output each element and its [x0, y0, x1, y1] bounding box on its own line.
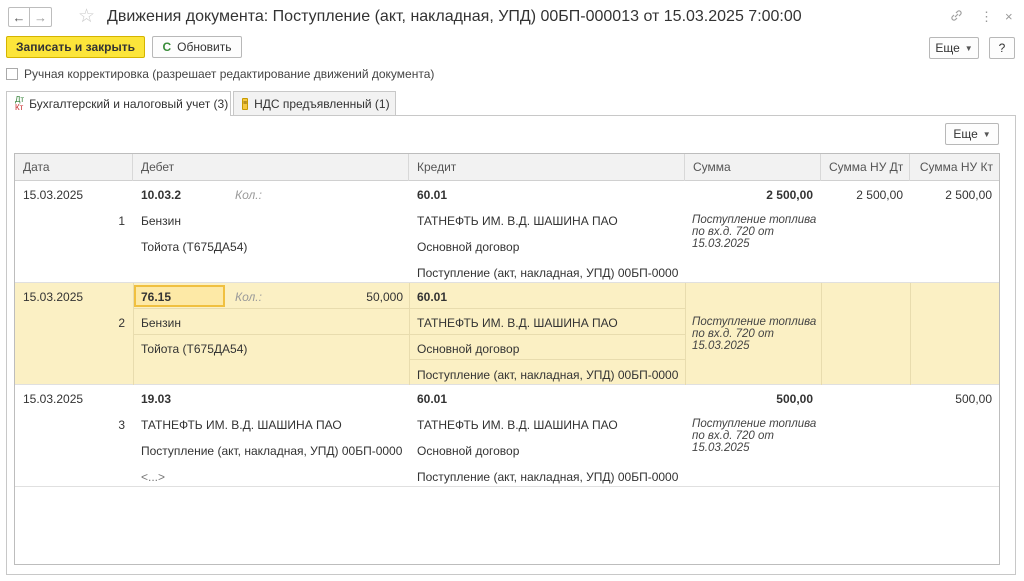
- manual-edit-label[interactable]: Ручная корректировка (разрешает редактир…: [24, 67, 434, 81]
- credit-subconto-3: Поступление (акт, накладная, УПД) 00БП-0…: [417, 368, 679, 382]
- tab-vat-label: НДС предъявленный (1): [254, 96, 390, 111]
- debit-subconto-2: Тойота (Т675ДА54): [141, 240, 248, 254]
- column-debit[interactable]: Дебет: [133, 154, 409, 181]
- debit-subconto-1: ТАТНЕФТЬ ИМ. В.Д. ШАШИНА ПАО: [141, 418, 342, 432]
- credit-subconto-3: Поступление (акт, накладная, УПД) 00БП-0…: [417, 470, 679, 484]
- help-button[interactable]: ?: [989, 37, 1015, 59]
- row-date: 15.03.2025: [23, 290, 84, 304]
- table-header: Дата Дебет Кредит Сумма Сумма НУ Дт Сумм…: [15, 154, 999, 181]
- row-number: 2: [118, 316, 125, 330]
- chevron-down-icon: ▼: [982, 129, 991, 139]
- register-icon: ≡: [242, 97, 249, 110]
- tab-accounting[interactable]: Дт Кт Бухгалтерский и налоговый учет (3): [6, 91, 231, 116]
- credit-account: 60.01: [417, 392, 448, 406]
- credit-subconto-1: ТАТНЕФТЬ ИМ. В.Д. ШАШИНА ПАО: [417, 214, 618, 228]
- window-title: Движения документа: Поступление (акт, на…: [107, 8, 802, 25]
- column-amount[interactable]: Сумма: [685, 154, 821, 181]
- back-button[interactable]: ←: [8, 7, 30, 27]
- credit-account: 60.01: [417, 188, 448, 202]
- chevron-down-icon: ▼: [964, 43, 973, 53]
- row-content: Поступление топлива по вх.д. 720 от 15.0…: [692, 418, 817, 454]
- arrow-left-icon: ←: [12, 9, 26, 25]
- refresh-icon: C: [162, 40, 172, 54]
- column-nu-dt[interactable]: Сумма НУ Дт: [821, 154, 910, 181]
- row-number: 1: [118, 214, 125, 228]
- more-label: Еще: [935, 41, 960, 55]
- debit-account: 19.03: [141, 392, 172, 406]
- column-nu-kt[interactable]: Сумма НУ Кт: [910, 154, 999, 181]
- row-number: 3: [118, 418, 125, 432]
- debit-account: 76.15: [141, 290, 172, 304]
- debit-account: 10.03.2: [141, 188, 182, 202]
- quantity-label: Кол.:: [235, 188, 262, 202]
- row-nu-kt: 500,00: [955, 392, 992, 406]
- save-and-close-label: Записать и закрыть: [16, 40, 135, 54]
- panel-more-label: Еще: [953, 127, 978, 141]
- debit-credit-icon: Дт Кт: [15, 95, 25, 112]
- refresh-button[interactable]: C Обновить: [152, 36, 242, 58]
- credit-subconto-3: Поступление (акт, накладная, УПД) 00БП-0…: [417, 266, 679, 280]
- save-and-close-button[interactable]: Записать и закрыть: [6, 36, 145, 58]
- row-content: Поступление топлива по вх.д. 720 от 15.0…: [692, 214, 817, 250]
- title-bar: ← → ☆ Движения документа: Поступление (а…: [0, 0, 1024, 34]
- link-icon[interactable]: [950, 9, 963, 25]
- row-nu-dt: 2 500,00: [856, 188, 903, 202]
- credit-subconto-1: ТАТНЕФТЬ ИМ. В.Д. ШАШИНА ПАО: [417, 316, 618, 330]
- credit-subconto-2: Основной договор: [417, 444, 520, 458]
- refresh-label: Обновить: [177, 40, 232, 54]
- table-row-selected[interactable]: 15.03.2025 2 76.15 Кол.: 50,000 Бензин Т…: [15, 283, 999, 385]
- credit-account: 60.01: [417, 290, 448, 304]
- panel-more-button[interactable]: Еще ▼: [945, 123, 999, 145]
- favorite-star-icon[interactable]: ☆: [78, 5, 95, 28]
- credit-subconto-2: Основной договор: [417, 240, 520, 254]
- manual-edit-checkbox[interactable]: [6, 68, 18, 80]
- credit-subconto-1: ТАТНЕФТЬ ИМ. В.Д. ШАШИНА ПАО: [417, 418, 618, 432]
- row-amount: 500,00: [776, 392, 813, 406]
- movements-table[interactable]: Дата Дебет Кредит Сумма Сумма НУ Дт Сумм…: [14, 153, 1000, 565]
- quantity-value: 50,000: [366, 290, 403, 304]
- quantity-label: Кол.:: [235, 290, 262, 304]
- credit-subconto-2: Основной договор: [417, 342, 520, 356]
- row-date: 15.03.2025: [23, 392, 84, 406]
- tab-accounting-label: Бухгалтерский и налоговый учет (3): [29, 97, 229, 111]
- debit-subconto-1: Бензин: [141, 316, 182, 330]
- row-date: 15.03.2025: [23, 188, 84, 202]
- table-row[interactable]: 15.03.2025 1 10.03.2 Кол.: Бензин Тойота…: [15, 181, 999, 283]
- debit-subconto-2: Поступление (акт, накладная, УПД) 00БП-0…: [141, 444, 403, 458]
- debit-subconto-2: Тойота (Т675ДА54): [141, 342, 248, 356]
- row-amount: 2 500,00: [766, 188, 813, 202]
- forward-button[interactable]: →: [30, 7, 52, 27]
- more-button[interactable]: Еще ▼: [929, 37, 979, 59]
- help-label: ?: [998, 41, 1006, 55]
- column-credit[interactable]: Кредит: [409, 154, 685, 181]
- tab-vat[interactable]: ≡ НДС предъявленный (1): [233, 91, 396, 115]
- close-icon[interactable]: ×: [1005, 9, 1013, 24]
- debit-subconto-3: <...>: [141, 470, 166, 484]
- arrow-right-icon: →: [34, 9, 47, 25]
- table-row[interactable]: 15.03.2025 3 19.03 ТАТНЕФТЬ ИМ. В.Д. ШАШ…: [15, 385, 999, 487]
- manual-edit-row: Ручная корректировка (разрешает редактир…: [6, 67, 434, 81]
- debit-subconto-1: Бензин: [141, 214, 182, 228]
- row-content: Поступление топлива по вх.д. 720 от 15.0…: [692, 316, 817, 352]
- more-menu-icon[interactable]: ⋮: [980, 9, 993, 25]
- row-nu-kt: 2 500,00: [945, 188, 992, 202]
- column-date[interactable]: Дата: [15, 154, 133, 181]
